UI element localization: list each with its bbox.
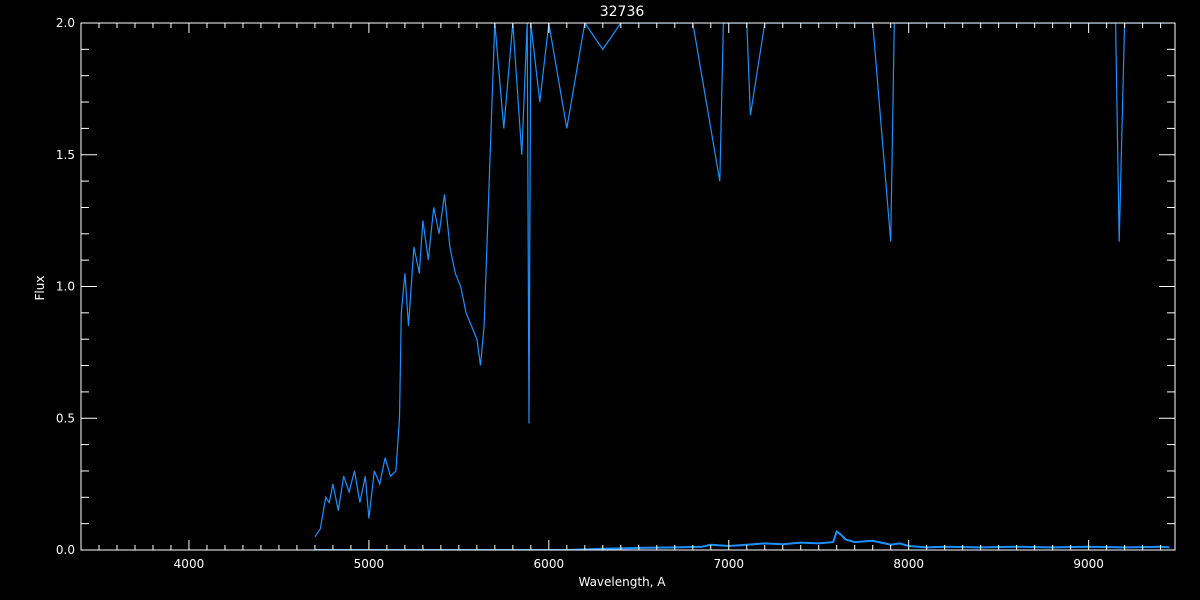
- y-tick-label: 1.0: [56, 280, 75, 294]
- chart-title: 32736: [600, 4, 645, 20]
- y-tick-label: 1.5: [56, 148, 75, 162]
- x-tick-label: 5000: [354, 557, 385, 571]
- y-tick-label: 2.0: [56, 16, 75, 30]
- spectrum-chart: 4000 5000 6000 7000 8000 90000.00.51.01.52.0 …: [0, 0, 1200, 600]
- x-tick-label: 9000: [1073, 557, 1104, 571]
- y-axis-label: Flux: [33, 276, 47, 301]
- y-tick-label: 0.5: [56, 411, 75, 425]
- x-tick-label: 8000: [893, 557, 924, 571]
- x-tick-label: 7000: [713, 557, 744, 571]
- plot-background: [0, 0, 1200, 600]
- y-tick-label: 0.0: [56, 543, 75, 557]
- x-tick-label: 4000: [174, 557, 205, 571]
- x-axis-label: Wavelength, A: [578, 575, 666, 589]
- x-tick-label: 6000: [534, 557, 565, 571]
